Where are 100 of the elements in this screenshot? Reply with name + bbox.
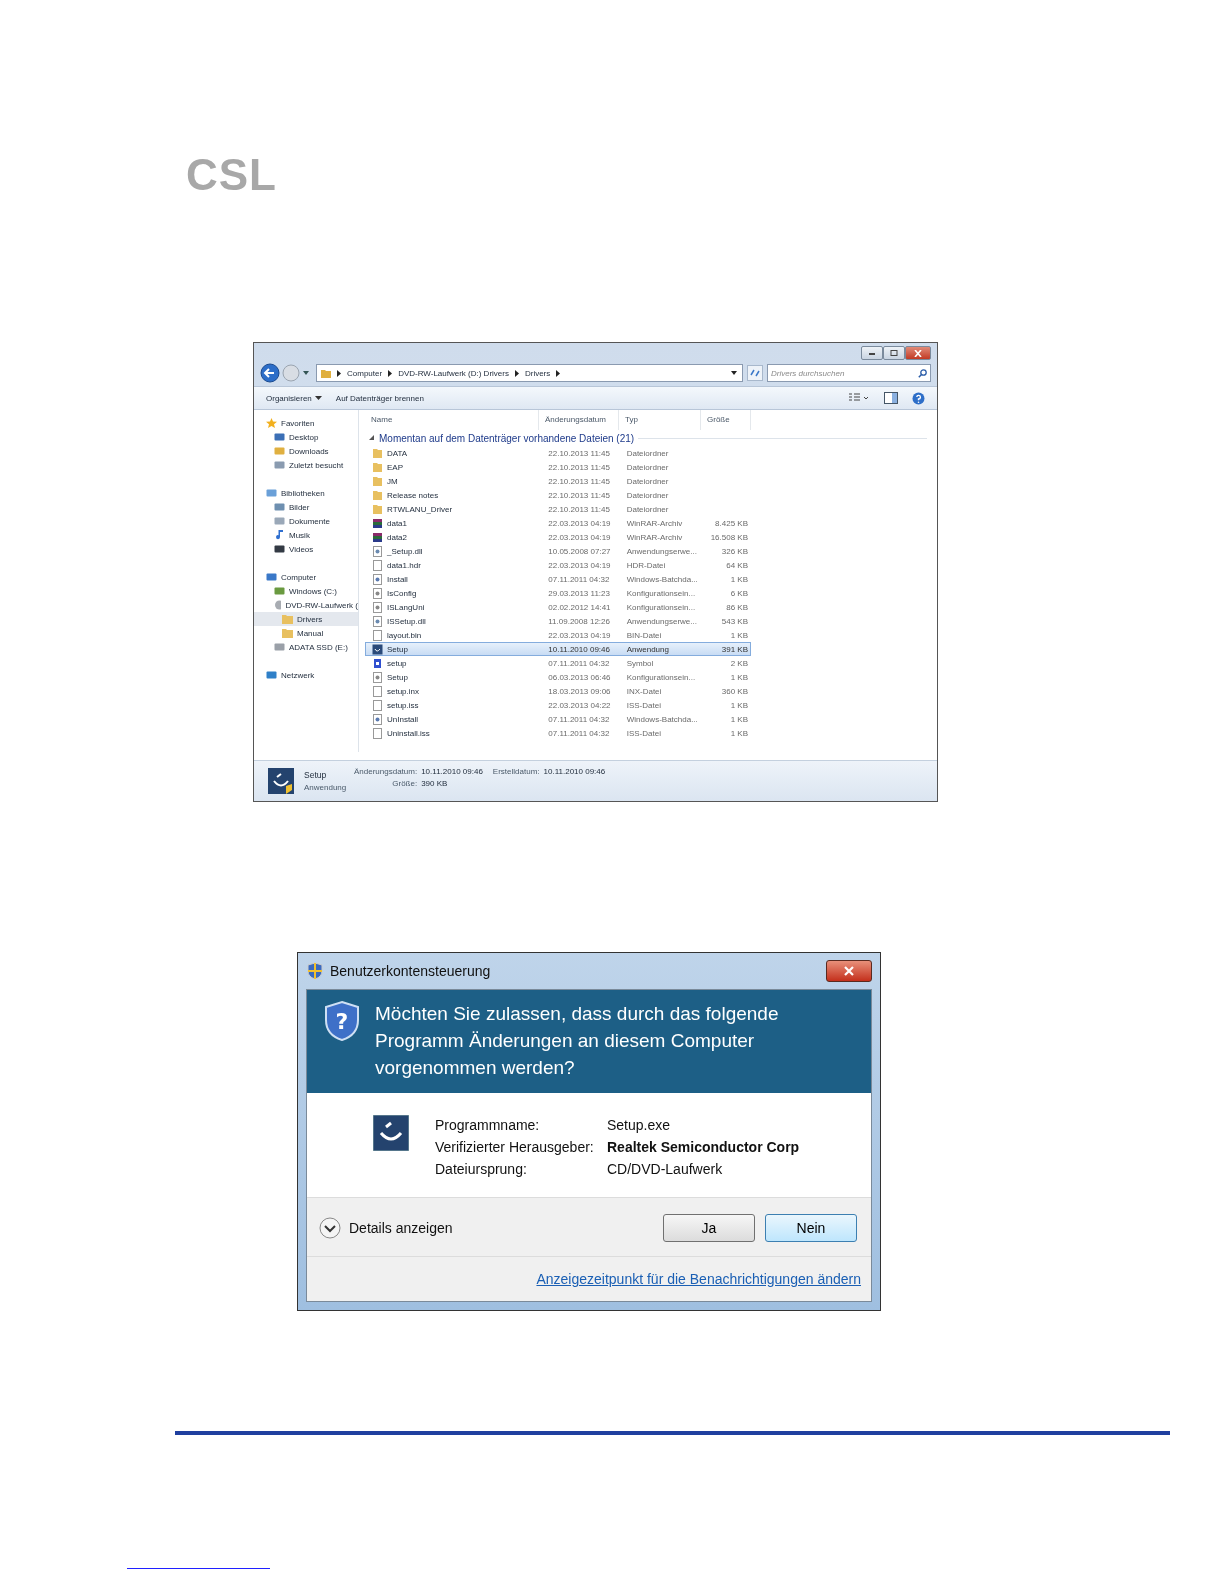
- column-header[interactable]: Name: [365, 410, 539, 430]
- organize-menu[interactable]: Organisieren: [266, 393, 312, 403]
- details-label[interactable]: Details anzeigen: [349, 1220, 453, 1236]
- file-date: 07.11.2011 04:32: [547, 658, 611, 668]
- file-name: data1.hdr: [387, 560, 421, 570]
- file-date: 22.10.2013 11:45: [547, 490, 611, 500]
- folder-icon: [321, 368, 331, 378]
- file-row[interactable]: layout.bin 22.03.2013 04:19 BIN-Datei 1 KB: [365, 628, 751, 642]
- back-button[interactable]: [260, 363, 280, 383]
- file-row[interactable]: ISLangUni 02.02.2012 14:41 Konfigurationsein... 86 KB: [365, 600, 751, 614]
- sidebar-item[interactable]: Zuletzt besucht: [254, 458, 358, 472]
- file-type: Anwendungserwe...: [625, 616, 698, 626]
- file-row[interactable]: RTWLANU_Driver 22.10.2013 11:45 Dateiordner: [365, 502, 751, 516]
- file-date: 11.09.2008 12:26: [547, 616, 611, 626]
- column-header[interactable]: Typ: [619, 410, 701, 430]
- file-row[interactable]: setup 07.11.2011 04:32 Symbol 2 KB: [365, 656, 751, 670]
- file-row[interactable]: DATA 22.10.2013 11:45 Dateiordner: [365, 446, 751, 460]
- file-size: 8.425 KB: [715, 518, 748, 528]
- sidebar-item[interactable]: Bilder: [254, 500, 358, 514]
- address-bar[interactable]: Computer DVD-RW-Laufwerk (D:) Drivers Drivers: [316, 364, 743, 382]
- view-icon[interactable]: [848, 393, 870, 403]
- breadcrumb[interactable]: DVD-RW-Laufwerk (D:) Drivers: [398, 368, 509, 378]
- file-name: UnInstall: [387, 714, 419, 724]
- column-header[interactable]: Größe: [701, 410, 751, 430]
- file-icon: [372, 685, 383, 697]
- minimize-button[interactable]: [861, 346, 883, 360]
- folder-icon: [372, 489, 383, 501]
- file-date: 02.02.2012 14:41: [547, 602, 612, 612]
- file-row[interactable]: Uninstall.iss 07.11.2011 04:32 ISS-Datei 1 KB: [365, 726, 751, 740]
- group-header[interactable]: Momentan auf dem Datenträger vorhandene Dateien (21): [379, 432, 635, 444]
- file-name: EAP: [387, 462, 403, 472]
- file-date: 22.03.2013 04:19: [547, 518, 612, 528]
- close-button[interactable]: [826, 960, 872, 982]
- help-icon[interactable]: [912, 391, 925, 405]
- shield-icon: [306, 962, 324, 980]
- sidebar-item[interactable]: Musik: [254, 528, 358, 542]
- sidebar-item[interactable]: Computer: [254, 570, 358, 584]
- sidebar-item[interactable]: ADATA SSD (E:): [254, 640, 358, 654]
- breadcrumb[interactable]: Computer: [347, 368, 383, 378]
- file-name: Setup: [387, 672, 408, 682]
- details-toggle[interactable]: Details anzeigen: [319, 1217, 453, 1239]
- file-name: DATA: [387, 448, 408, 458]
- file-row[interactable]: _Setup.dll 10.05.2008 07:27 Anwendungserwe... 326 KB: [365, 544, 751, 558]
- file-row[interactable]: JM 22.10.2013 11:45 Dateiordner: [365, 474, 751, 488]
- file-row[interactable]: setup.inx 18.03.2013 09:06 INX-Datei 360 KB: [365, 684, 751, 698]
- file-date: 06.03.2013 06:46: [547, 672, 612, 682]
- sidebar-item[interactable]: Downloads: [254, 444, 358, 458]
- file-name: setup.inx: [387, 686, 420, 696]
- caret-icon[interactable]: [730, 369, 738, 377]
- sidebar-item[interactable]: Dokumente: [254, 514, 358, 528]
- file-row[interactable]: UnInstall 07.11.2011 04:32 Windows-Batchda... 1 KB: [365, 712, 751, 726]
- info-value: Realtek Semiconductor Corp: [607, 1138, 800, 1157]
- close-button[interactable]: [905, 346, 931, 360]
- burn-button[interactable]: Auf Datenträger brennen: [335, 393, 424, 403]
- minimize-icon: [867, 350, 877, 356]
- file-date: 29.03.2013 11:23: [547, 588, 611, 598]
- column-header[interactable]: Änderungsdatum: [539, 410, 619, 430]
- file-row[interactable]: data2 22.03.2013 04:19 WinRAR-Archiv 16.508 KB: [365, 530, 751, 544]
- file-row[interactable]: Setup 10.11.2010 09:46 Anwendung 391 KB: [365, 642, 751, 656]
- file-date: 22.10.2013 11:45: [547, 462, 611, 472]
- sidebar-item[interactable]: Favoriten: [254, 416, 358, 430]
- detail-type: Anwendung: [304, 783, 344, 792]
- breadcrumb[interactable]: Drivers: [524, 368, 551, 378]
- sidebar-item[interactable]: Netzwerk: [254, 668, 358, 682]
- maximize-button[interactable]: [883, 346, 905, 360]
- file-name: Release notes: [387, 490, 439, 500]
- file-row[interactable]: ISSetup.dll 11.09.2008 12:26 Anwendungserwe... 543 KB: [365, 614, 751, 628]
- yes-button[interactable]: Ja: [663, 1214, 755, 1242]
- archive-icon: [372, 517, 383, 529]
- file-row[interactable]: Release notes 22.10.2013 11:45 Dateiordner: [365, 488, 751, 502]
- search-field[interactable]: Drivers durchsuchen: [767, 364, 931, 382]
- sidebar-item[interactable]: Videos: [254, 542, 358, 556]
- file-row[interactable]: EAP 22.10.2013 11:45 Dateiordner: [365, 460, 751, 474]
- no-button[interactable]: Nein: [765, 1214, 857, 1242]
- symbol-icon: [372, 657, 383, 669]
- folder-icon: [372, 461, 383, 473]
- file-row[interactable]: Setup 06.03.2013 06:46 Konfigurationsein... 1 KB: [365, 670, 751, 684]
- sidebar-item[interactable]: Bibliotheken: [254, 486, 358, 500]
- file-date: 07.11.2011 04:32: [547, 714, 611, 724]
- file-row[interactable]: data1.hdr 22.03.2013 04:19 HDR-Datei 64 KB: [365, 558, 751, 572]
- file-row[interactable]: data1 22.03.2013 04:19 WinRAR-Archiv 8.425 KB: [365, 516, 751, 530]
- caret-icon[interactable]: [302, 369, 310, 377]
- caret-icon[interactable]: [314, 395, 322, 401]
- sidebar-item[interactable]: Windows (C:): [254, 584, 358, 598]
- file-type: Anwendung: [625, 644, 670, 654]
- preview-pane-icon[interactable]: [884, 392, 898, 404]
- sidebar-item[interactable]: Drivers: [254, 612, 358, 626]
- sidebar-item[interactable]: DVD-RW-Laufwerk (: [254, 598, 358, 612]
- refresh-button[interactable]: [747, 365, 763, 381]
- file-icon: [372, 587, 383, 599]
- sidebar-item[interactable]: Desktop: [254, 430, 358, 444]
- collapse-icon[interactable]: [369, 435, 375, 441]
- detail-label: Erstelldatum:: [492, 767, 540, 776]
- info-label: Dateiursprung:: [435, 1160, 528, 1179]
- file-row[interactable]: IsConfig 29.03.2013 11:23 Konfigurationsein... 6 KB: [365, 586, 751, 600]
- file-row[interactable]: setup.iss 22.03.2013 04:22 ISS-Datei 1 KB: [365, 698, 751, 712]
- logo: CSL: [186, 150, 277, 199]
- sidebar-item[interactable]: Manual: [254, 626, 358, 640]
- notification-settings-link[interactable]: Anzeigezeitpunkt für die Benachrichtigungen ändern: [536, 1271, 861, 1287]
- file-row[interactable]: Install 07.11.2011 04:32 Windows-Batchda... 1 KB: [365, 572, 751, 586]
